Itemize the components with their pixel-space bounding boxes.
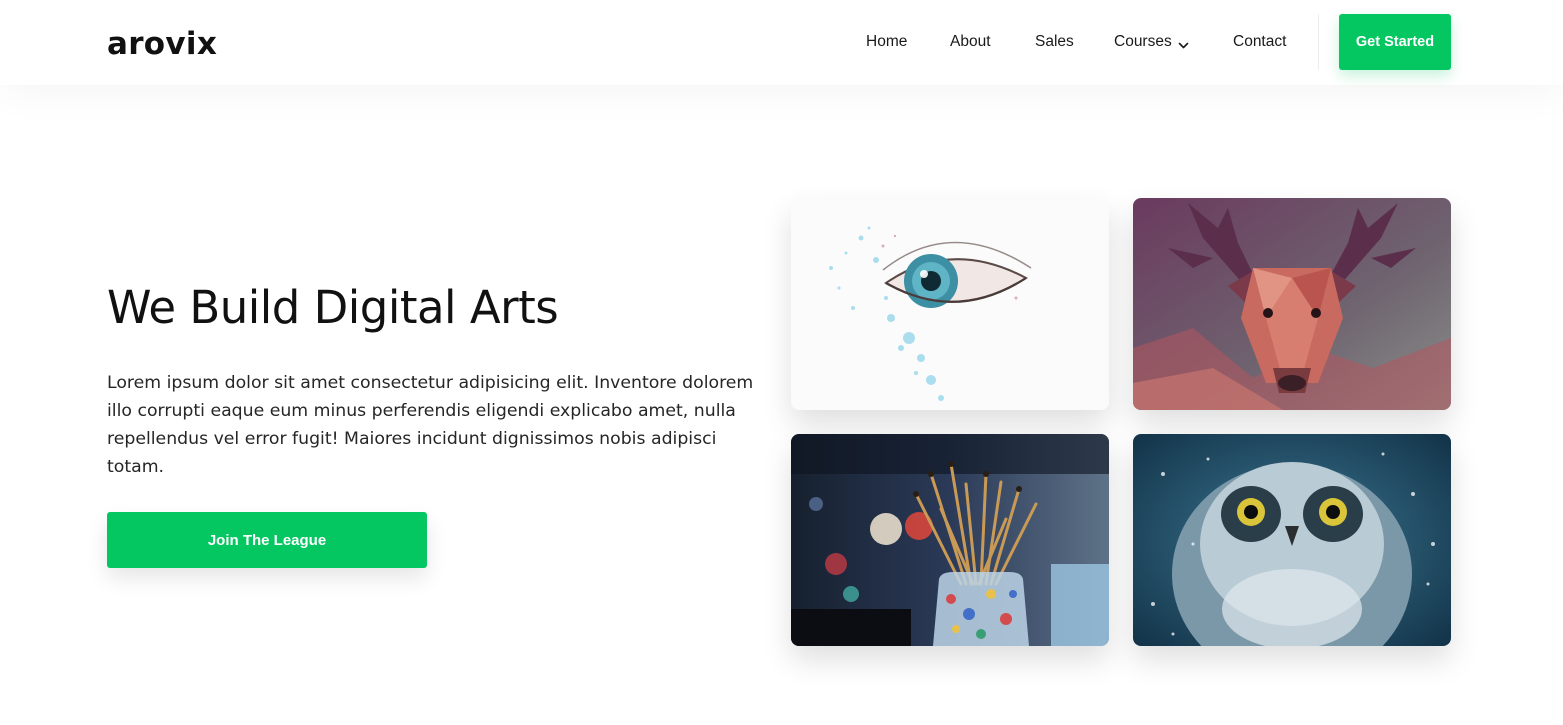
nav-dropdown-courses[interactable]: Courses — [1114, 30, 1190, 54]
get-started-button[interactable]: Get Started — [1339, 14, 1451, 70]
join-league-button[interactable]: Join The League — [107, 512, 427, 568]
hero-description: Lorem ipsum dolor sit amet consectetur a… — [107, 373, 754, 477]
nav-link-about[interactable]: About — [950, 30, 991, 54]
gallery-image-owl — [1133, 434, 1451, 646]
hero-title: We Build Digital Arts — [107, 281, 559, 334]
chevron-down-icon — [1177, 36, 1190, 49]
top-navbar: arovix Home About Sales Courses Contact … — [0, 0, 1563, 85]
gallery-image-deer — [1133, 198, 1451, 410]
nav-link-courses-label: Courses — [1114, 33, 1172, 50]
nav-divider — [1318, 14, 1319, 70]
nav-link-sales[interactable]: Sales — [1035, 30, 1074, 54]
gallery-image-brushes — [791, 434, 1109, 646]
nav-link-home[interactable]: Home — [866, 30, 907, 54]
brand-logo[interactable]: arovix — [107, 24, 217, 64]
gallery-image-eye — [791, 198, 1109, 410]
nav-link-contact[interactable]: Contact — [1233, 30, 1286, 54]
